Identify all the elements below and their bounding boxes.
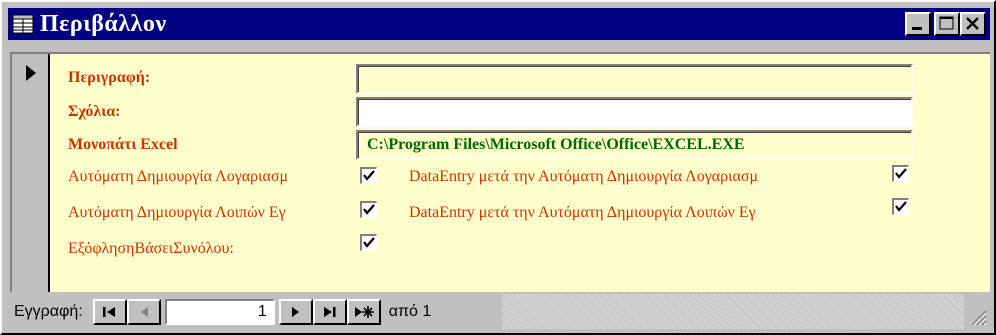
dataentry-after-other-checkbox[interactable] bbox=[892, 198, 909, 215]
new-record-button[interactable] bbox=[346, 298, 381, 325]
minimize-button[interactable] bbox=[905, 12, 931, 36]
new-record-icon bbox=[354, 305, 374, 318]
first-record-icon bbox=[102, 306, 115, 317]
current-record-arrow-icon bbox=[26, 65, 36, 81]
previous-record-button[interactable] bbox=[126, 298, 161, 325]
minimize-icon bbox=[912, 27, 922, 30]
next-record-icon bbox=[291, 306, 299, 317]
auto-create-accounts-checkbox[interactable] bbox=[360, 167, 377, 184]
checkmark-icon bbox=[363, 204, 375, 215]
previous-record-icon bbox=[140, 306, 148, 317]
excel-path-field[interactable]: C:\Program Files\Microsoft Office\Office… bbox=[356, 130, 913, 160]
last-record-icon bbox=[323, 306, 336, 317]
record-label: Εγγραφή: bbox=[14, 302, 83, 320]
close-icon bbox=[966, 17, 979, 30]
window-controls bbox=[902, 12, 986, 36]
description-field[interactable] bbox=[356, 64, 913, 94]
dataentry-after-other-label: DataEntry μετά την Αυτόματη Δημιουργία Λ… bbox=[409, 204, 756, 221]
description-label: Περιγραφή: bbox=[68, 69, 151, 86]
current-record-input[interactable]: 1 bbox=[164, 298, 275, 325]
excel-path-value[interactable]: C:\Program Files\Microsoft Office\Office… bbox=[358, 132, 911, 158]
checkmark-icon bbox=[363, 170, 375, 181]
checkmark-icon bbox=[895, 168, 907, 179]
close-button[interactable] bbox=[960, 12, 986, 36]
window-title: Περιβάλλον bbox=[40, 10, 167, 37]
record-count: από 1 bbox=[388, 302, 432, 320]
last-record-button[interactable] bbox=[312, 298, 347, 325]
excel-path-label: Μονοπάτι Excel bbox=[68, 136, 178, 153]
comments-value[interactable] bbox=[358, 99, 911, 125]
maximize-icon bbox=[939, 16, 954, 30]
title-bar[interactable]: Περιβάλλον bbox=[8, 8, 990, 40]
resize-grip-icon[interactable] bbox=[968, 307, 988, 327]
dataentry-after-accounts-label: DataEntry μετά την Αυτόματη Δημιουργία Λ… bbox=[409, 168, 759, 185]
horizontal-scrollbar[interactable] bbox=[502, 294, 964, 329]
record-selector[interactable] bbox=[12, 54, 50, 292]
auto-create-other-checkbox[interactable] bbox=[360, 201, 377, 218]
settlement-by-total-checkbox[interactable] bbox=[360, 234, 377, 251]
checkmark-icon bbox=[363, 237, 375, 248]
dataentry-after-accounts-checkbox[interactable] bbox=[892, 165, 909, 182]
auto-create-accounts-label: Αυτόματη Δημιουργία Λογαριασμ bbox=[68, 168, 289, 185]
comments-label: Σχόλια: bbox=[68, 103, 121, 120]
first-record-button[interactable] bbox=[92, 298, 127, 325]
form-window: Περιβάλλον Περιγραφή: Σχόλια: Μονοπάτι E… bbox=[0, 0, 996, 335]
form-icon bbox=[12, 14, 34, 34]
form-detail-section: Περιγραφή: Σχόλια: Μονοπάτι Excel C:\Pro… bbox=[10, 52, 990, 292]
checkmark-icon bbox=[895, 201, 907, 212]
description-value[interactable] bbox=[358, 66, 911, 92]
next-record-button[interactable] bbox=[278, 298, 313, 325]
comments-field[interactable] bbox=[356, 97, 913, 127]
maximize-button[interactable] bbox=[934, 12, 960, 36]
auto-create-other-label: Αυτόματη Δημιουργία Λοιπών Εγ bbox=[68, 204, 286, 221]
settlement-by-total-label: ΕξόφλησηΒάσειΣυνόλου: bbox=[68, 240, 234, 257]
